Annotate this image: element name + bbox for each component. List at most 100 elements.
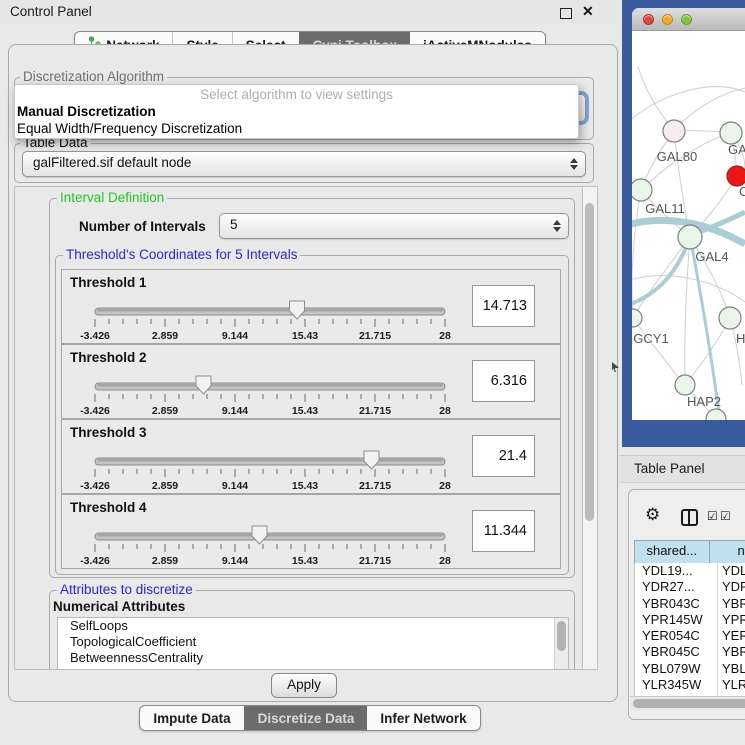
list-item[interactable]: SelfLoops	[58, 618, 568, 634]
threshold-value-field[interactable]: 21.4	[472, 435, 535, 477]
attributes-scrollbar[interactable]	[554, 618, 568, 670]
svg-text:28: 28	[439, 405, 451, 417]
apply-button[interactable]: Apply	[271, 673, 337, 698]
slider-thumb[interactable]	[290, 301, 305, 319]
bottom-tabbar: Impute Data Discretize Data Infer Networ…	[0, 705, 620, 731]
cell-shared-name[interactable]: YDR27...	[635, 579, 718, 595]
svg-text:21.715: 21.715	[359, 480, 391, 492]
threshold-panel: Threshold 1 -3.4262.8599.14415.4321.7152…	[61, 269, 561, 344]
column-header-shared-name[interactable]: shared...	[635, 541, 710, 563]
tab-impute-data[interactable]: Impute Data	[140, 706, 243, 730]
cell-shared-name[interactable]: YBR043C	[635, 596, 718, 612]
svg-text:2.859: 2.859	[152, 330, 178, 342]
split-view-icon[interactable]	[681, 509, 698, 526]
dropdown-option-manual[interactable]: Manual Discretization	[15, 103, 578, 120]
table-row[interactable]: YBL079WYBL0	[635, 661, 745, 677]
tab-label: Impute Data	[153, 711, 230, 726]
cell-shared-name[interactable]: YBR045C	[635, 644, 718, 660]
table-row[interactable]: YDR27...YDR2	[635, 579, 745, 595]
svg-text:9.144: 9.144	[222, 405, 248, 417]
cell-name[interactable]: YBL0	[718, 661, 745, 677]
node-label: GAL4	[695, 249, 728, 264]
svg-text:28: 28	[439, 330, 451, 342]
threshold-value-field[interactable]: 14.713	[472, 285, 535, 327]
table-row[interactable]: YDL19...YDL1	[635, 563, 745, 579]
scrollbar-thumb[interactable]	[557, 621, 566, 651]
svg-text:15.43: 15.43	[292, 555, 318, 567]
dropdown-placeholder: Select algorithm to view settings	[15, 85, 578, 103]
gear-icon[interactable]: ⚙	[645, 507, 660, 524]
svg-text:-3.426: -3.426	[80, 405, 110, 417]
zoom-traffic-light-icon[interactable]	[681, 14, 692, 25]
tab-discretize-data[interactable]: Discretize Data	[244, 706, 368, 730]
column-header-name[interactable]: na	[710, 541, 745, 563]
group-title-discretization-algorithm: Discretization Algorithm	[20, 69, 167, 84]
cell-name[interactable]: YDL1	[718, 563, 745, 579]
network-node[interactable]	[675, 375, 695, 395]
tab-label: Discretize Data	[258, 711, 355, 726]
numerical-attributes-list[interactable]: SelfLoopsTopologicalCoefficientBetweenne…	[57, 617, 569, 670]
list-item[interactable]: TopologicalCoefficient	[58, 634, 568, 650]
table-row[interactable]: YBR045CYBR0	[635, 644, 745, 660]
cell-shared-name[interactable]: YLR345W	[635, 677, 718, 693]
threshold-label: Threshold 3	[70, 425, 147, 440]
slider-thumb[interactable]	[196, 376, 211, 394]
slider-thumb[interactable]	[364, 451, 379, 469]
num-intervals-value: 5	[230, 217, 238, 232]
cell-name[interactable]: YBR0	[718, 596, 745, 612]
cell-shared-name[interactable]: YDL19...	[635, 563, 718, 579]
dropdown-option-equal-width[interactable]: Equal Width/Frequency Discretization	[15, 120, 578, 137]
network-node[interactable]	[632, 179, 652, 201]
network-node[interactable]	[727, 166, 745, 186]
attribute-items: SelfLoopsTopologicalCoefficientBetweenne…	[58, 618, 568, 666]
threshold-value-field[interactable]: 6.316	[472, 360, 535, 402]
table-row[interactable]: YPR145WYPR1	[635, 612, 745, 628]
network-window-titlebar[interactable]	[632, 8, 745, 31]
table-panel-title: Table Panel	[634, 461, 705, 476]
node-label: GA	[728, 142, 745, 157]
slider-thumb[interactable]	[252, 526, 267, 544]
close-traffic-light-icon[interactable]	[643, 14, 654, 25]
table-row[interactable]: YLR345WYLR3	[635, 677, 745, 693]
cell-shared-name[interactable]: YBL079W	[635, 661, 718, 677]
svg-text:-3.426: -3.426	[80, 330, 110, 342]
table-hscrollbar[interactable]	[630, 696, 745, 710]
float-window-icon[interactable]	[560, 8, 572, 19]
cell-shared-name[interactable]: YPR145W	[635, 612, 718, 628]
network-node[interactable]	[678, 225, 702, 249]
group-title-attributes: Attributes to discretize	[57, 582, 196, 597]
svg-text:28: 28	[439, 480, 451, 492]
num-intervals-combobox[interactable]: 5	[219, 213, 569, 239]
minimize-traffic-light-icon[interactable]	[662, 14, 673, 25]
scrollbar-thumb[interactable]	[585, 203, 594, 521]
tab-infer-network[interactable]: Infer Network	[367, 706, 479, 730]
table-data-combobox[interactable]: galFiltered.sif default node	[22, 151, 586, 177]
cell-name[interactable]: YPR1	[718, 612, 745, 628]
table-row[interactable]: YBR043CYBR0	[635, 596, 745, 612]
node-label: H	[736, 331, 745, 346]
checkbox-icon[interactable]: ☑	[720, 510, 731, 522]
table-row[interactable]: YER054CYER0	[635, 628, 745, 644]
cell-shared-name[interactable]: YER054C	[635, 628, 718, 644]
svg-text:21.715: 21.715	[359, 330, 391, 342]
network-node[interactable]	[663, 120, 685, 142]
scrollbar-thumb[interactable]	[633, 699, 745, 708]
combo-arrows-icon	[553, 214, 561, 238]
checkbox-icon[interactable]: ☑	[707, 510, 718, 522]
network-canvas[interactable]: GAL80GACGAL11GAL4GCY1HHAP2	[632, 30, 745, 420]
settings-scrollbar[interactable]	[582, 186, 598, 670]
cell-name[interactable]: YBR0	[718, 644, 745, 660]
network-node[interactable]	[632, 309, 642, 327]
group-title-interval-definition: Interval Definition	[57, 190, 167, 205]
threshold-value-field[interactable]: 11.344	[472, 510, 535, 552]
cell-name[interactable]: YER0	[718, 628, 745, 644]
list-item[interactable]: BetweennessCentrality	[58, 650, 568, 666]
cell-name[interactable]: YDR2	[718, 579, 745, 595]
settings-viewport: Interval Definition Number of Intervals …	[14, 186, 583, 670]
network-node[interactable]	[719, 307, 741, 329]
network-node[interactable]	[720, 122, 742, 144]
combo-arrows-icon	[570, 152, 578, 176]
close-icon[interactable]: ✕	[582, 3, 594, 20]
cell-name[interactable]: YLR3	[718, 677, 745, 693]
svg-text:9.144: 9.144	[222, 330, 248, 342]
